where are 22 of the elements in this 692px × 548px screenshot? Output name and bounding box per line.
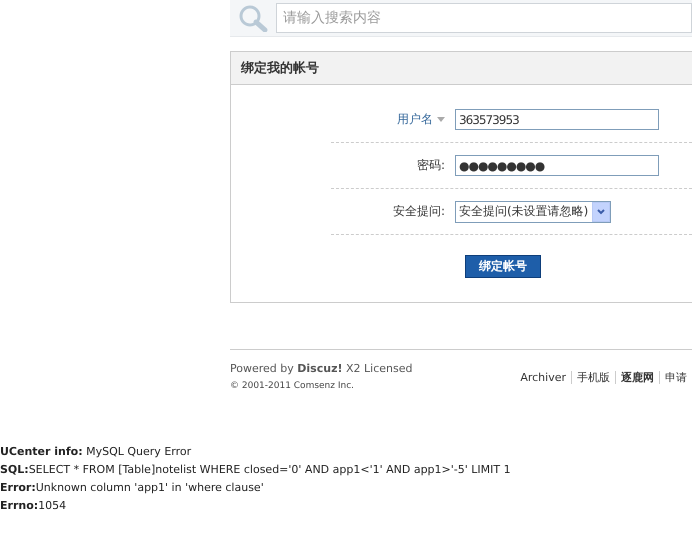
bind-button[interactable]: 绑定帐号 xyxy=(465,255,541,278)
powered-by-text: Powered by Discuz! X2 Licensed xyxy=(230,362,412,375)
input-field[interactable]: ●●●●●●●●● xyxy=(455,155,659,176)
select-field[interactable]: 安全提问(未设置请忽略) xyxy=(455,200,612,222)
footer-link[interactable]: 手机版 xyxy=(571,371,615,384)
footer-link[interactable]: Archiver xyxy=(515,371,571,384)
footer-link[interactable]: 申请 xyxy=(659,371,692,384)
error-line: Error:Unknown column 'app1' in 'where clause' xyxy=(0,480,265,496)
caret-icon xyxy=(437,117,445,122)
error-line: UCenter info: MySQL Query Error xyxy=(0,444,192,460)
error-line: SQL:SELECT * FROM [Table]notelist WHERE closed='0' AND app1<'1' AND app1>'-5' LIMIT 1 xyxy=(0,462,512,478)
search-icon xyxy=(238,4,268,32)
copyright-text: © 2001-2011 Comsenz Inc. xyxy=(230,381,356,391)
footer-link[interactable]: 逐鹿网 xyxy=(615,371,659,384)
error-line: Errno:1054 xyxy=(0,498,68,514)
field-label[interactable]: 用户名 xyxy=(397,111,433,128)
field-label: 安全提问: xyxy=(392,203,445,220)
search-field[interactable]: 请输入搜索内容 xyxy=(276,3,692,33)
caret-icon xyxy=(597,208,606,214)
field-label: 密码: xyxy=(416,157,445,174)
input-field[interactable]: 363573953 xyxy=(455,109,659,130)
panel-title: 绑定我的帐号 xyxy=(231,52,692,85)
